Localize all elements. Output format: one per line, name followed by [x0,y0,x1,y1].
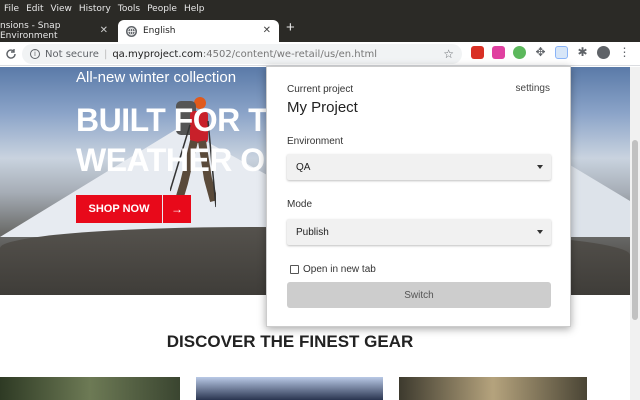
environment-select[interactable]: QA [287,154,551,180]
open-in-new-tab-checkbox[interactable] [290,265,299,274]
environment-value: QA [296,161,311,173]
move-extension-icon[interactable]: ✥ [534,46,547,59]
extension-badge-icon[interactable] [492,46,505,59]
environment-label: Environment [287,136,344,147]
snap-environment-extension-icon[interactable] [555,46,568,59]
menu-edit[interactable]: Edit [26,4,43,14]
menu-view[interactable]: View [51,4,72,14]
menu-file[interactable]: File [4,4,19,14]
tab-strip: nsions - Snap Environment ✕ English ✕ [0,18,640,42]
mode-select[interactable]: Publish [287,219,551,245]
menu-history[interactable]: History [79,4,111,14]
more-menu-icon[interactable]: ⋮ [618,46,631,59]
open-in-new-tab-label[interactable]: Open in new tab [303,264,376,275]
shop-now-button[interactable]: SHOP NOW [76,195,162,223]
hero-subtitle: All-new winter collection [76,69,237,86]
switch-button[interactable]: Switch [287,282,551,308]
info-icon[interactable]: i [30,49,40,59]
profile-avatar-icon[interactable] [597,46,610,59]
security-status: Not secure [45,48,99,60]
mode-value: Publish [296,226,329,238]
current-project-label: Current project [287,84,354,95]
separator: | [103,48,108,60]
globe-icon [126,25,137,37]
menu-people[interactable]: People [147,4,177,14]
product-thumbnail[interactable] [196,377,383,400]
url-path: :4502/content/we-retail/us/en.html [202,48,378,60]
angular-extension-icon[interactable] [471,46,484,59]
project-name: My Project [287,99,358,116]
product-thumbnail[interactable] [399,377,587,400]
section-title: DISCOVER THE FINEST GEAR [166,332,414,351]
settings-link[interactable]: settings [516,83,550,94]
caret-down-icon [537,165,543,169]
green-extension-icon[interactable] [513,46,526,59]
bookmark-star-icon[interactable]: ☆ [443,47,454,61]
close-icon[interactable]: ✕ [263,25,271,36]
close-icon[interactable]: ✕ [100,25,108,36]
arrow-right-icon[interactable]: → [163,195,191,223]
mode-label: Mode [287,199,313,210]
menu-tools[interactable]: Tools [118,4,140,14]
address-bar[interactable]: i Not secure | qa.myproject.com:4502/con… [22,44,462,64]
product-thumbnail[interactable] [0,377,180,400]
scrollbar-thumb[interactable] [632,140,638,320]
caret-down-icon [537,230,543,234]
tab-extensions[interactable]: nsions - Snap Environment ✕ [0,20,116,42]
tab-title: nsions - Snap Environment [0,21,61,41]
menu-help[interactable]: Help [184,4,205,14]
url-host: qa.myproject.com [112,48,203,60]
reload-icon[interactable] [3,46,19,62]
tab-english[interactable]: English ✕ [118,20,279,42]
menu-bar: File Edit View History Tools People Help [0,0,640,18]
snap-environment-popup: Current project settings My Project Envi… [266,66,571,327]
tab-title: English [143,26,176,36]
new-tab-icon[interactable]: + [286,20,295,35]
puzzle-extensions-icon[interactable]: ✱ [576,46,589,59]
